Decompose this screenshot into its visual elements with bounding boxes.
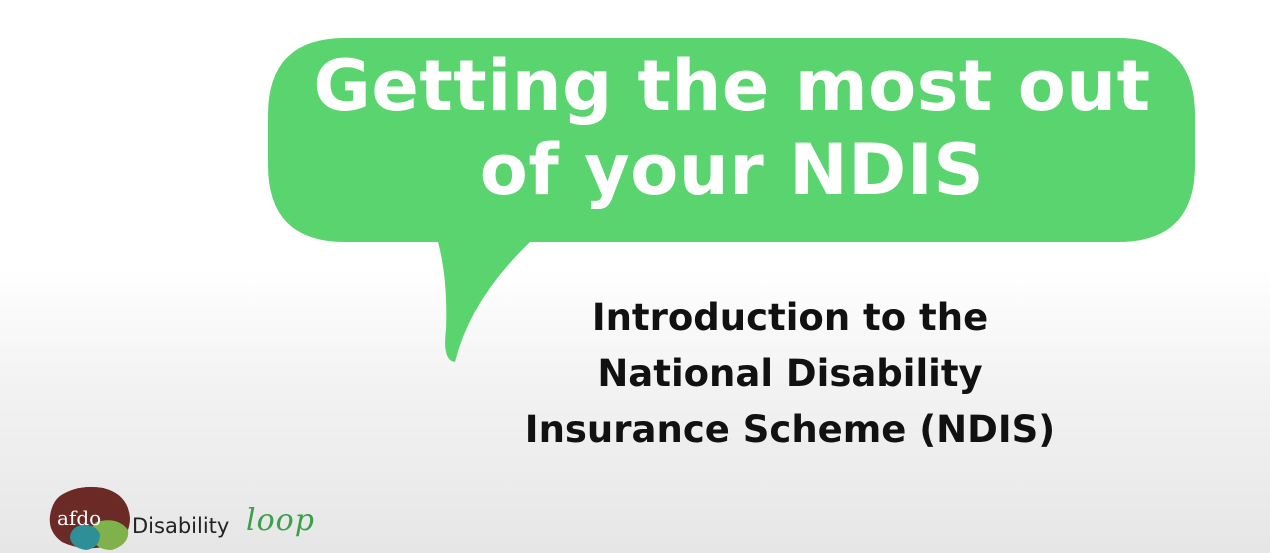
logo-afdo-text: afdo [57,506,102,530]
slide-title-line-1: Getting the most out [313,45,1151,127]
slide-title: Getting the most out of your NDIS [272,44,1192,212]
slide-title-line-2: of your NDIS [479,129,985,211]
afdo-disability-loop-logo: afdo Disability loop [48,482,348,552]
slide-subtitle-line-2: National Disability [597,352,983,395]
slide-subtitle-line-1: Introduction to the [591,296,989,339]
slide-subtitle: Introduction to the National Disability … [480,290,1100,458]
slide-subtitle-line-3: Insurance Scheme (NDIS) [524,408,1056,451]
logo-disability-text: Disability [132,514,230,538]
logo-loop-text: loop [246,503,315,538]
